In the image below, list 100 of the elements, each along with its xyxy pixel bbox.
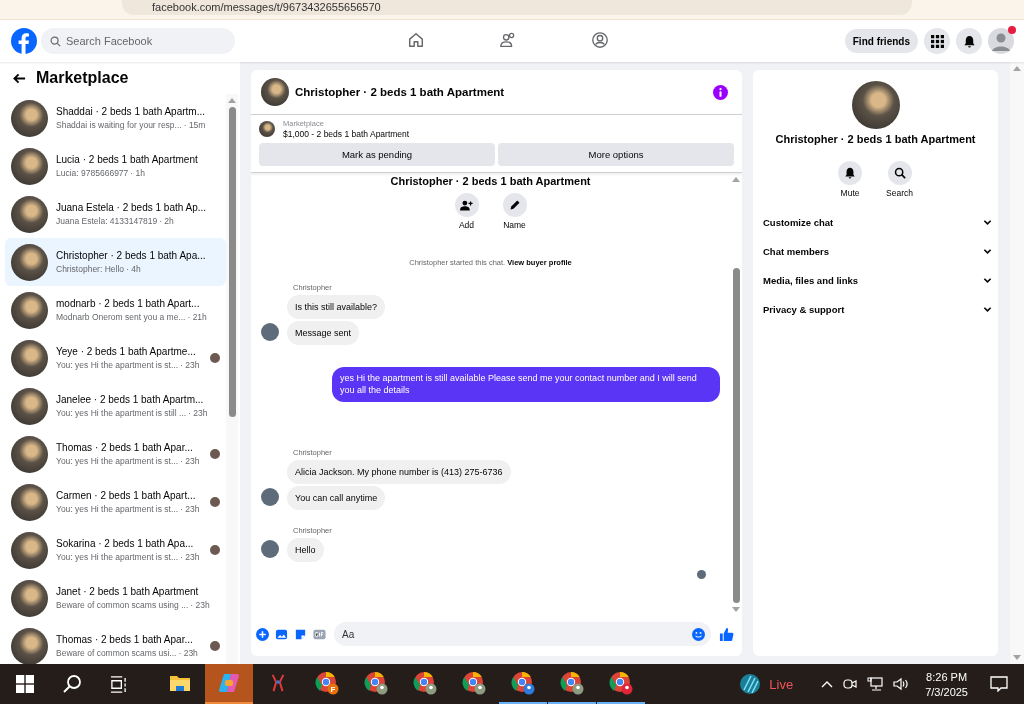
conversation-name: Thomas · 2 beds 1 bath Apar... — [56, 634, 194, 645]
message-bubble: Hello — [287, 537, 324, 562]
add-person-button[interactable] — [454, 193, 479, 217]
chevron-up-icon[interactable] — [821, 680, 834, 688]
search-button[interactable] — [887, 161, 912, 185]
browser-icon — [413, 671, 437, 695]
menu-button[interactable] — [924, 28, 950, 54]
conversation-name: Shaddai · 2 beds 1 bath Apartm... — [56, 106, 202, 117]
conversation-item[interactable]: Shaddai · 2 beds 1 bath Apartm... Shaddai is waiting for your resp... · 15m — [5, 94, 226, 142]
photo-placeholder — [11, 579, 48, 617]
conversation-item[interactable]: Juana Estela · 2 beds 1 bath Ap... Juana Estela: 4133147819 · 2h — [5, 190, 226, 238]
seen-avatar — [697, 570, 706, 579]
mute-button[interactable] — [838, 161, 863, 185]
account-avatar[interactable] — [988, 28, 1014, 54]
copilot-icon — [218, 672, 240, 694]
conversation-item[interactable]: Yeye · 2 beds 1 bath Apartme... You: yes Hi the apartment is st... · 23h — [5, 334, 226, 382]
bell-icon — [844, 167, 857, 179]
search-icon — [50, 35, 61, 47]
browser-icon — [560, 671, 584, 695]
system-clock[interactable]: 8:26 PM 7/3/2025 — [925, 670, 968, 698]
sticker-icon[interactable] — [294, 627, 307, 641]
conversation-item[interactable]: Thomas · 2 beds 1 bath Apar... Beware of common scams usi... · 23h — [5, 622, 226, 664]
browser-icon — [462, 671, 486, 695]
message-field[interactable]: Aa — [334, 622, 711, 646]
sidebar-title: Marketplace — [36, 69, 129, 87]
photo-placeholder — [851, 81, 900, 129]
conversation-name: Yeye · 2 beds 1 bath Apartme... — [56, 346, 197, 357]
facebook-logo[interactable] — [11, 28, 37, 54]
task-view-icon[interactable] — [110, 675, 127, 693]
message-time: · 23h — [188, 408, 208, 418]
conversation-item[interactable]: modnarb · 2 beds 1 bath Apart... Modnarb Onerom sent you a me... · 21h — [5, 286, 226, 334]
windows-start-icon[interactable] — [16, 675, 34, 693]
pencil-icon — [508, 199, 521, 211]
bell-icon — [962, 34, 976, 48]
image-icon[interactable] — [275, 627, 288, 641]
photo-placeholder — [11, 147, 48, 185]
notifications-button[interactable] — [956, 28, 982, 54]
message-preview: Christopher: Hello — [56, 264, 125, 274]
address-bar[interactable]: facebook.com/messages/t/9673432655656570 — [122, 0, 912, 15]
search-field[interactable]: Search Facebook — [41, 28, 235, 54]
camera-icon[interactable] — [843, 677, 858, 691]
conversation-item[interactable]: Carmen · 2 beds 1 bath Apart... You: yes Hi the apartment is st... · 23h — [5, 478, 226, 526]
plus-icon[interactable] — [256, 627, 269, 641]
conversation-item[interactable]: Janelee · 2 beds 1 bath Apartm... You: yes Hi the apartment is still ... · 23h — [5, 382, 226, 430]
photo-placeholder — [11, 387, 48, 425]
section-header[interactable]: Chat members — [763, 246, 829, 257]
scrollbar[interactable] — [226, 94, 238, 664]
message-preview: Modnarb Onerom sent you a me... — [56, 312, 186, 322]
message-time: · 23h — [190, 600, 210, 610]
message-time: · 23h — [180, 552, 200, 562]
message-preview: Beware of common scams using ... — [56, 600, 189, 610]
message-preview: Shaddai is waiting for your resp... — [56, 120, 182, 130]
button-label: Search — [886, 188, 913, 198]
network-icon[interactable] — [867, 677, 884, 691]
conversation-name: Carmen · 2 beds 1 bath Apart... — [56, 490, 197, 501]
section-header[interactable]: Privacy & support — [763, 304, 845, 315]
conversation-item[interactable]: Janet · 2 beds 1 bath Apartment Beware of common scams using ... · 23h — [5, 574, 226, 622]
details-title: Christopher · 2 beds 1 bath Apartment — [775, 133, 976, 145]
back-arrow-icon[interactable] — [13, 71, 26, 85]
app-icon — [269, 673, 287, 693]
message-time: · 4h — [126, 264, 141, 274]
mark-pending-button[interactable]: Mark as pending — [259, 143, 495, 166]
photo-placeholder — [11, 435, 48, 473]
message-time: · 23h — [180, 456, 200, 466]
conversation-item[interactable]: Sokarina · 2 beds 1 bath Apa... You: yes Hi the apartment is st... · 23h — [5, 526, 226, 574]
browser-icon — [364, 671, 388, 695]
conversation-item[interactable]: Christopher · 2 beds 1 bath Apa... Christopher: Hello · 4h — [5, 238, 226, 286]
gif-icon[interactable] — [313, 627, 326, 641]
listing-title: $1,000 - 2 beds 1 bath Apartment — [283, 129, 410, 139]
avatar — [261, 487, 279, 506]
message-preview: You: yes Hi the apartment is st... — [56, 504, 179, 514]
section-header[interactable]: Customize chat — [763, 217, 834, 228]
conversation-name: Janelee · 2 beds 1 bath Apartm... — [56, 394, 202, 405]
photo-placeholder — [11, 291, 48, 329]
search-icon[interactable] — [62, 674, 82, 694]
pencil-button[interactable] — [502, 193, 527, 217]
section-header[interactable]: Media, files and links — [763, 275, 859, 286]
scrollbar[interactable] — [1010, 62, 1024, 664]
conversation-item[interactable]: Thomas · 2 beds 1 bath Apar... You: yes Hi the apartment is st... · 23h — [5, 430, 226, 478]
message-bubble: Is this still available? — [287, 295, 386, 320]
chevron-down-icon[interactable] — [983, 276, 992, 285]
volume-icon[interactable] — [893, 677, 910, 691]
button-label: Add — [458, 220, 475, 230]
info-icon[interactable] — [713, 84, 728, 100]
chat-intro-title: Christopher · 2 beds 1 bath Apartment — [390, 175, 591, 187]
cricket-logo — [739, 673, 762, 695]
notification-center-icon[interactable] — [990, 676, 1008, 692]
chevron-down-icon[interactable] — [983, 305, 992, 314]
conversation-name: Lucia · 2 beds 1 bath Apartment — [56, 154, 199, 165]
find-friends-button[interactable]: Find friends — [844, 29, 918, 53]
photo-placeholder — [261, 78, 289, 106]
emoji-icon[interactable] — [692, 627, 705, 641]
chevron-down-icon[interactable] — [983, 247, 992, 256]
message-time: · 23h — [178, 648, 198, 658]
chevron-down-icon[interactable] — [983, 218, 992, 227]
message-time: · 23h — [180, 504, 200, 514]
more-options-button[interactable]: More options — [498, 143, 734, 166]
add-person-icon — [460, 198, 473, 212]
conversation-item[interactable]: Lucia · 2 beds 1 bath Apartment Lucia: 9785666977 · 1h — [5, 142, 226, 190]
thumbs-up-icon[interactable] — [719, 626, 734, 642]
